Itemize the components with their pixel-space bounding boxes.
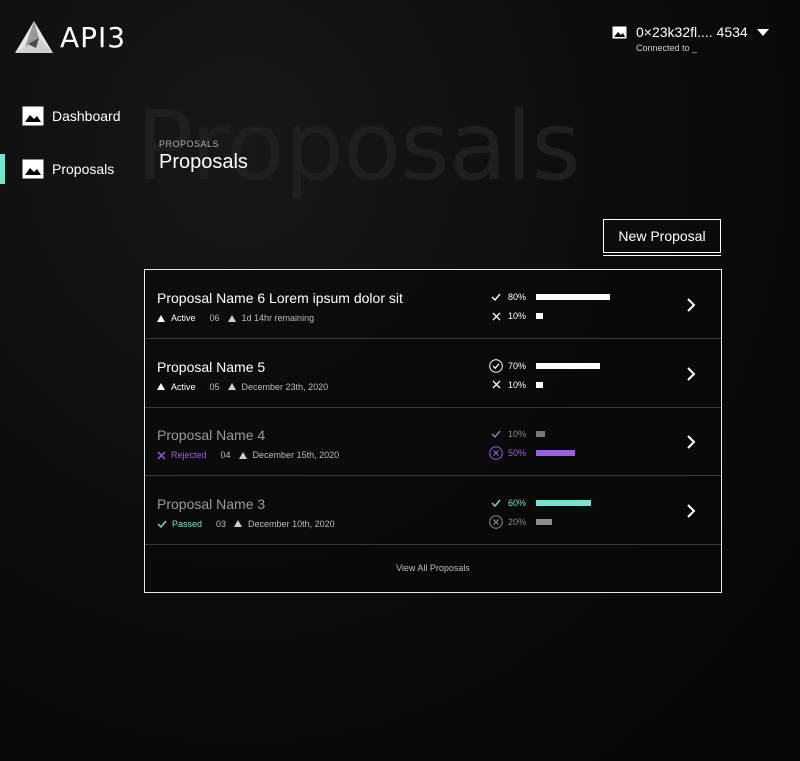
status-badge: Rejected xyxy=(157,450,207,460)
vote-for-bar xyxy=(536,294,610,300)
proposal-deadline: December 10th, 2020 xyxy=(248,518,335,529)
vote-against-bar xyxy=(536,450,576,456)
vote-for: 80% xyxy=(489,290,610,304)
triangle-icon xyxy=(227,383,236,390)
triangle-icon xyxy=(234,520,243,527)
check-circle-icon xyxy=(489,358,503,373)
x-icon xyxy=(157,451,166,460)
status-label: Passed xyxy=(172,518,203,529)
sidebar-item-dashboard[interactable]: Dashboard xyxy=(0,101,140,131)
proposal-row[interactable]: Proposal Name 6 Lorem ipsum dolor sit Ac… xyxy=(145,270,721,339)
status-badge: Passed xyxy=(157,519,202,529)
vote-for-bar xyxy=(536,499,592,506)
vote-against-bar xyxy=(536,313,544,319)
status-badge: Active xyxy=(157,313,196,323)
chevron-right-icon[interactable] xyxy=(686,435,696,449)
triangle-icon xyxy=(157,314,165,322)
x-circle-icon xyxy=(489,514,503,529)
page-title: Proposals xyxy=(159,151,248,173)
vote-against-bar xyxy=(536,381,544,388)
triangle-icon xyxy=(227,314,236,322)
vote-for-percent: 70% xyxy=(508,360,527,371)
active-indicator xyxy=(0,154,5,184)
vote-against-percent: 10% xyxy=(508,379,527,390)
brand-name: API3 xyxy=(60,20,127,54)
proposal-meta: Rejected 04 December 15th, 2020 xyxy=(157,450,339,460)
proposal-number: 05 xyxy=(209,381,220,392)
proposal-row[interactable]: Proposal Name 4 Rejected 04 December 15t… xyxy=(145,407,721,476)
vote-for: 10% xyxy=(489,427,546,441)
proposal-meta: Active 05 December 23th, 2020 xyxy=(157,382,328,392)
proposal-meta: Passed 03 December 10th, 2020 xyxy=(157,519,335,529)
vote-for: 70% xyxy=(489,358,601,373)
status-label: Active xyxy=(171,381,196,392)
x-circle-icon xyxy=(489,446,503,460)
proposal-number: 06 xyxy=(209,313,220,323)
image-icon xyxy=(22,159,44,179)
vote-for: 60% xyxy=(489,496,592,510)
vote-against-percent: 20% xyxy=(508,516,527,527)
api3-logo-icon xyxy=(15,21,53,53)
breadcrumb[interactable]: PROPOSALS xyxy=(159,139,219,149)
wallet-menu[interactable]: 0×23k32fl.... 4534 Connected to _ xyxy=(612,24,792,53)
proposal-number: 04 xyxy=(220,450,231,460)
vote-against: 10% xyxy=(489,378,544,392)
proposal-deadline: December 15th, 2020 xyxy=(252,450,340,460)
proposal-deadline: December 23th, 2020 xyxy=(241,381,329,392)
chevron-right-icon[interactable] xyxy=(686,298,696,312)
image-icon xyxy=(22,106,44,126)
vote-for-percent: 80% xyxy=(508,292,527,302)
chevron-right-icon[interactable] xyxy=(686,503,696,518)
vote-for-percent: 60% xyxy=(508,497,527,508)
triangle-icon xyxy=(157,383,165,390)
chevron-right-icon[interactable] xyxy=(686,366,696,381)
vote-against-percent: 50% xyxy=(508,448,527,458)
status-label: Active xyxy=(171,313,196,323)
proposal-row[interactable]: Proposal Name 3 Passed 03 December 10th,… xyxy=(145,476,721,545)
proposal-row[interactable]: Proposal Name 5 Active 05 December 23th,… xyxy=(145,339,721,408)
proposal-meta: Active 06 1d 14hr remaining xyxy=(157,313,314,323)
sidebar-item-label: Proposals xyxy=(52,161,115,177)
vote-for-bar xyxy=(536,431,546,437)
logo[interactable]: API3 xyxy=(14,20,126,54)
vote-against: 20% xyxy=(489,514,552,529)
check-icon xyxy=(489,427,503,441)
proposal-name[interactable]: Proposal Name 4 xyxy=(157,427,265,443)
connection-status: Connected to _ xyxy=(636,43,698,53)
image-icon xyxy=(612,26,627,38)
vote-against: 10% xyxy=(489,309,544,323)
status-label: Rejected xyxy=(171,450,207,460)
triangle-icon xyxy=(238,451,247,459)
new-proposal-button[interactable]: New Proposal xyxy=(603,219,721,253)
x-icon xyxy=(489,378,503,392)
chevron-down-icon[interactable] xyxy=(756,28,769,36)
view-all-proposals-link[interactable]: View All Proposals xyxy=(145,563,721,573)
sidebar-item-proposals[interactable]: Proposals xyxy=(0,154,140,184)
status-badge: Active xyxy=(157,382,196,392)
check-icon xyxy=(157,519,167,529)
check-icon xyxy=(489,290,503,304)
sidebar-item-label: Dashboard xyxy=(52,108,121,124)
proposal-name[interactable]: Proposal Name 6 Lorem ipsum dolor sit xyxy=(157,290,403,306)
vote-against-percent: 10% xyxy=(508,311,527,321)
vote-for-percent: 10% xyxy=(508,429,527,439)
button-underline xyxy=(603,255,721,256)
check-icon xyxy=(489,496,503,510)
vote-for-bar xyxy=(536,362,601,369)
proposal-name[interactable]: Proposal Name 3 xyxy=(157,496,265,512)
wallet-address: 0×23k32fl.... 4534 xyxy=(636,24,748,40)
x-icon xyxy=(489,309,503,323)
vote-against: 50% xyxy=(489,446,576,460)
proposal-number: 03 xyxy=(216,518,227,529)
proposal-deadline: 1d 14hr remaining xyxy=(241,313,315,323)
proposal-name[interactable]: Proposal Name 5 xyxy=(157,359,265,375)
proposal-list: Proposal Name 6 Lorem ipsum dolor sit Ac… xyxy=(144,269,722,593)
vote-against-bar xyxy=(536,518,552,525)
